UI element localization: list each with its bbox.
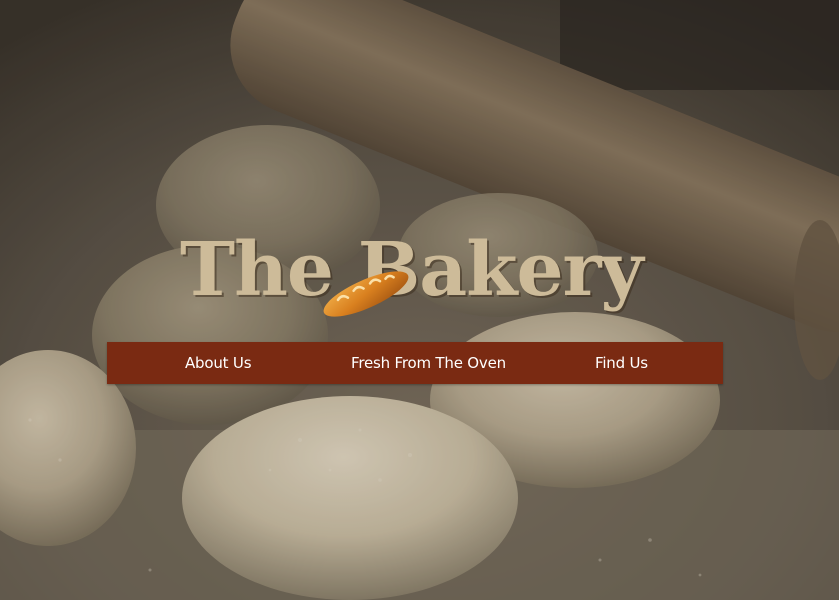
- baguette-icon: [323, 271, 409, 317]
- site-logo[interactable]: The Bakery: [180, 222, 650, 332]
- main-nav-bar: About Us Fresh From The Oven Find Us: [107, 342, 723, 384]
- nav-link-fresh-from-the-oven[interactable]: Fresh From The Oven: [351, 342, 506, 384]
- bakery-home-page: The Bakery About Us Fresh From The Oven …: [0, 0, 839, 600]
- nav-link-about-us[interactable]: About Us: [185, 342, 252, 384]
- nav-link-find-us[interactable]: Find Us: [595, 342, 648, 384]
